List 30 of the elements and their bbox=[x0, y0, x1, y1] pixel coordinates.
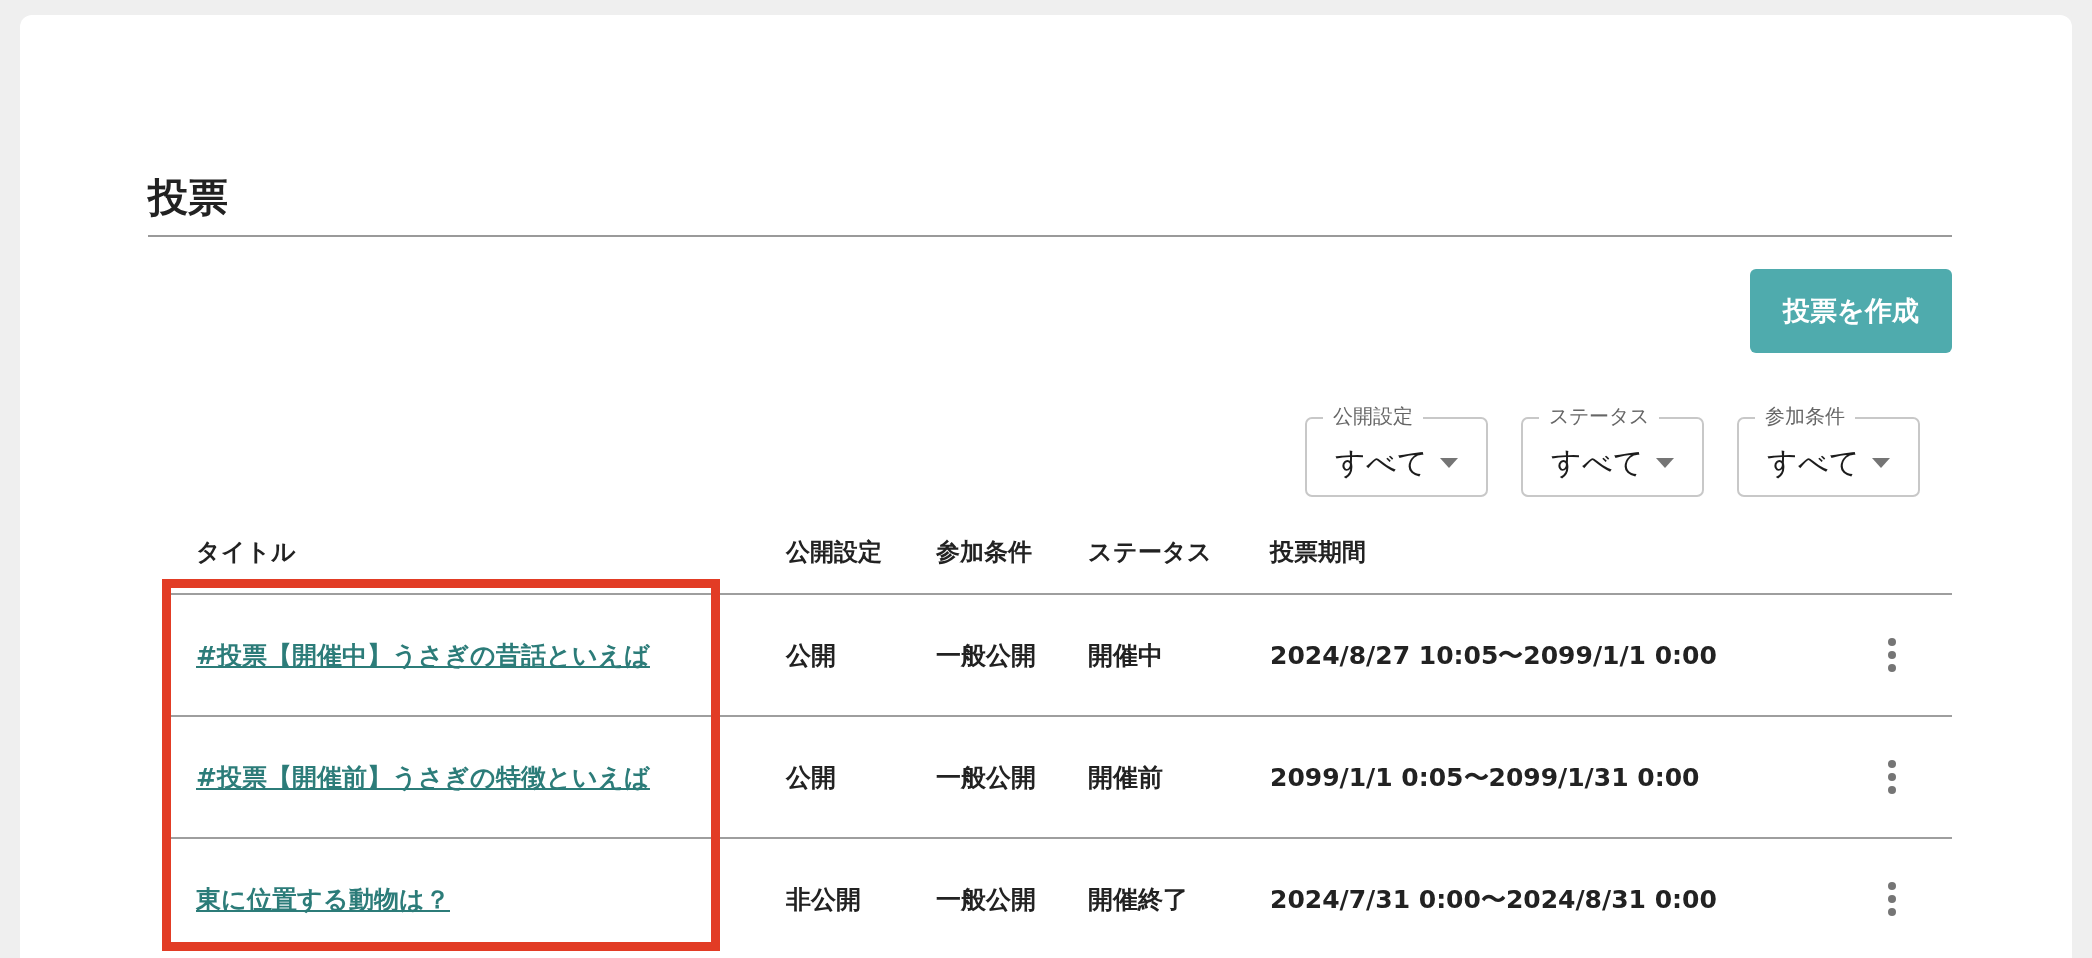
column-header: 公開設定 bbox=[786, 537, 882, 568]
dropdown-caret-icon bbox=[1440, 458, 1458, 468]
table-cell-text: 一般公開 bbox=[936, 883, 1036, 916]
table-cell-text: 一般公開 bbox=[936, 761, 1036, 794]
title-link[interactable]: 東に位置する動物は？ bbox=[196, 882, 450, 916]
title-link[interactable]: #投票【開催前】うさぎの特徴といえば bbox=[196, 760, 650, 794]
table-cell-text: 開催前 bbox=[1088, 761, 1163, 794]
create-vote-button[interactable]: 投票を作成 bbox=[1750, 269, 1952, 353]
table-cell-text: 一般公開 bbox=[936, 639, 1036, 672]
dropdown-caret-icon bbox=[1656, 458, 1674, 468]
vertical-dots-icon bbox=[1887, 882, 1897, 916]
vertical-dots-icon bbox=[1887, 638, 1897, 672]
table-cell-text: 開催終了 bbox=[1088, 883, 1188, 916]
page-title: 投票 bbox=[148, 173, 228, 222]
table-cell-text: 非公開 bbox=[786, 883, 861, 916]
filter-label: 参加条件 bbox=[1755, 404, 1855, 428]
table-cell-text: 2024/7/31 0:00〜2024/8/31 0:00 bbox=[1270, 883, 1717, 916]
table-cell-text: 公開 bbox=[786, 639, 836, 672]
column-header: 投票期間 bbox=[1270, 537, 1366, 568]
table-cell-text: 開催中 bbox=[1088, 639, 1163, 672]
filter-label: 公開設定 bbox=[1323, 404, 1423, 428]
table-cell-text: 公開 bbox=[786, 761, 836, 794]
column-header: ステータス bbox=[1088, 537, 1212, 568]
vertical-dots-icon bbox=[1887, 760, 1897, 794]
table-cell-text: 2024/8/27 10:05〜2099/1/1 0:00 bbox=[1270, 639, 1717, 672]
title-link[interactable]: #投票【開催中】うさぎの昔話といえば bbox=[196, 638, 650, 672]
column-header: 参加条件 bbox=[936, 537, 1032, 568]
table-cell-text: 2099/1/1 0:05〜2099/1/31 0:00 bbox=[1270, 761, 1700, 794]
column-header: タイトル bbox=[195, 537, 296, 568]
dropdown-caret-icon bbox=[1872, 458, 1890, 468]
